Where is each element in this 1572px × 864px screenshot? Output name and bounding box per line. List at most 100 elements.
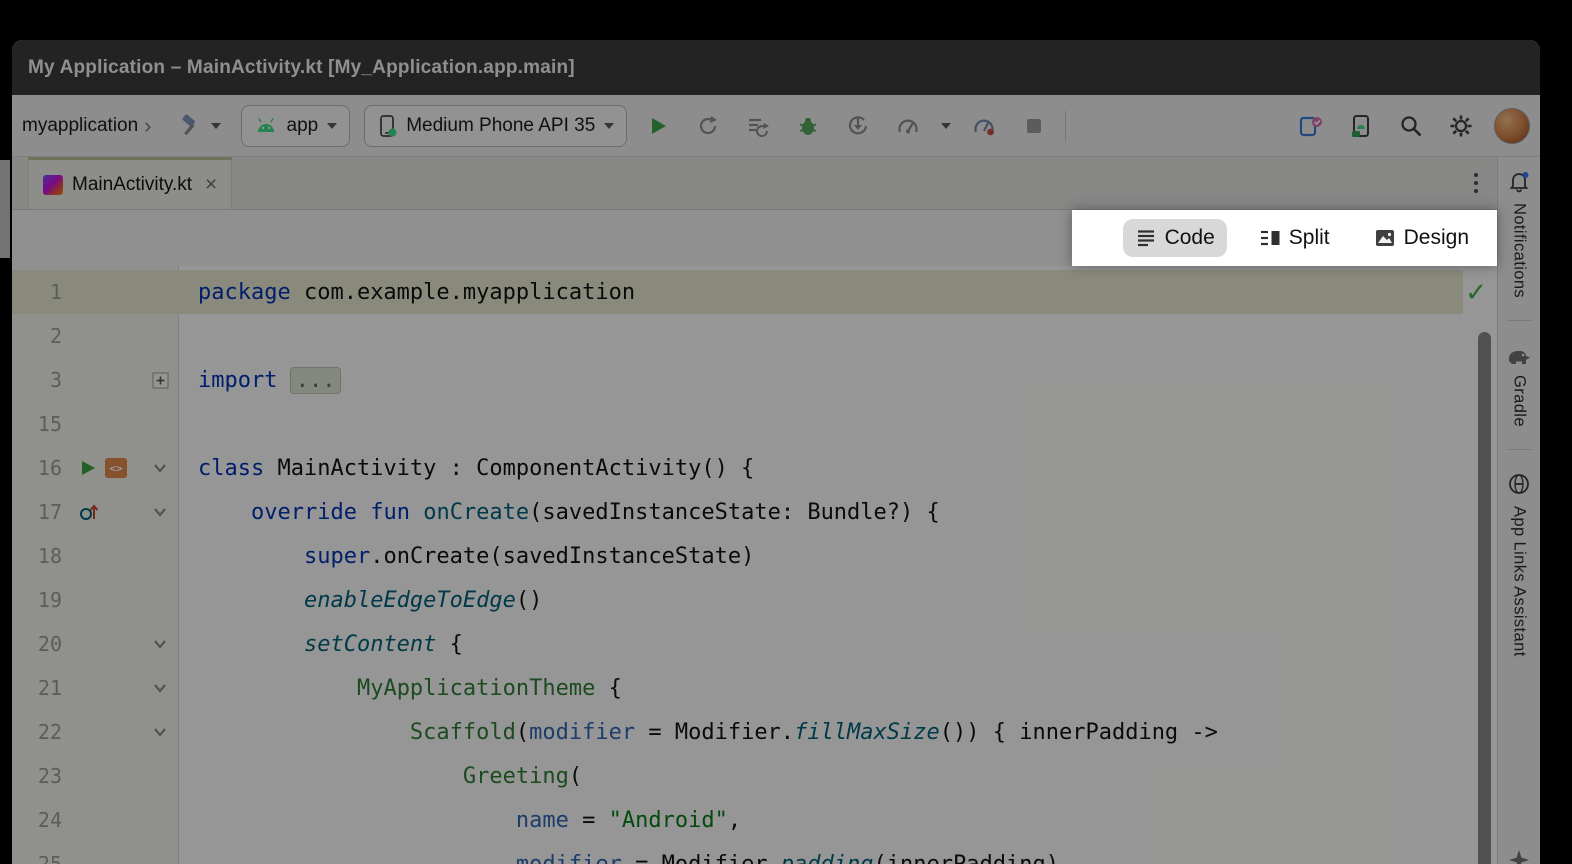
- code-line[interactable]: 25 modifier = Modifier.padding(innerPadd…: [12, 842, 1463, 864]
- view-mode-code-button[interactable]: Code: [1123, 219, 1227, 257]
- chevron-down-icon: [604, 123, 614, 129]
- device-manager-icon[interactable]: [1344, 109, 1378, 143]
- gutter-icons: <>: [70, 458, 152, 478]
- code-line[interactable]: 2: [12, 314, 1463, 358]
- profiler-icon[interactable]: [891, 109, 925, 143]
- view-mode-split-button[interactable]: Split: [1247, 219, 1342, 257]
- split-view-label: Split: [1289, 226, 1330, 250]
- close-icon[interactable]: ×: [205, 174, 217, 195]
- toolbar-right-group: [1294, 108, 1530, 144]
- code-lines: 1package com.example.myapplication2 3 impo…: [12, 270, 1497, 864]
- code-line[interactable]: 20 setContent {: [12, 622, 1463, 666]
- run-class-icon[interactable]: [78, 458, 98, 478]
- code-line[interactable]: 17 override fun onCreate(savedInstanceSt…: [12, 490, 1463, 534]
- code-line[interactable]: 19 enableEdgeToEdge(): [12, 578, 1463, 622]
- fold-collapse-icon[interactable]: [152, 637, 168, 651]
- background-window-edge: [0, 160, 10, 258]
- code-line[interactable]: 22 Scaffold(modifier = Modifier.fillMaxS…: [12, 710, 1463, 754]
- stripe-separator: [1507, 320, 1532, 321]
- code-line[interactable]: 24 name = "Android",: [12, 798, 1463, 842]
- stop-icon[interactable]: [1017, 109, 1051, 143]
- code-text: class MainActivity : ComponentActivity()…: [180, 456, 754, 481]
- build-button[interactable]: [166, 103, 227, 149]
- code-line[interactable]: 21 MyApplicationTheme {: [12, 666, 1463, 710]
- editor-mode-toolbar: Code Split Design: [12, 210, 1540, 267]
- code-token: {: [436, 632, 463, 657]
- code-text: package com.example.myapplication: [180, 280, 635, 305]
- sparkle-icon: [1507, 848, 1531, 864]
- window-title: My Application – MainActivity.kt [My_App…: [28, 57, 575, 79]
- code-token: [198, 588, 304, 613]
- bell-icon: [1507, 169, 1531, 193]
- device-phone-icon: [377, 114, 397, 138]
- line-number: 19: [12, 588, 70, 612]
- code-line[interactable]: 15: [12, 402, 1463, 446]
- android-head-icon: [254, 116, 278, 136]
- code-token: enableEdgeToEdge: [304, 588, 516, 613]
- editor-tab-bar: MainActivity.kt ×: [12, 157, 1540, 210]
- view-mode-design-button[interactable]: Design: [1362, 219, 1481, 257]
- code-token: (savedInstanceState: Bundle?) {: [529, 500, 940, 525]
- code-token: MyApplicationTheme: [357, 676, 595, 701]
- chevron-down-icon[interactable]: [941, 123, 951, 129]
- code-token: MainActivity : ComponentActivity() {: [264, 456, 754, 481]
- line-number: 3: [12, 368, 70, 392]
- avatar[interactable]: [1494, 108, 1530, 144]
- code-text: import ...: [180, 368, 340, 393]
- kotlin-class-icon[interactable]: <>: [105, 458, 127, 478]
- editor-scrollbar-thumb[interactable]: [1478, 332, 1491, 864]
- run-config-label: app: [287, 115, 319, 137]
- tab-mainactivity[interactable]: MainActivity.kt ×: [28, 157, 232, 209]
- android-studio-window: My Application – MainActivity.kt [My_App…: [12, 40, 1540, 864]
- code-line[interactable]: 18 super.onCreate(savedInstanceState): [12, 534, 1463, 578]
- tool-stripe-notifications[interactable]: Notifications: [1507, 169, 1531, 298]
- fold-collapse-icon[interactable]: [152, 725, 168, 739]
- code-token: [198, 808, 516, 833]
- inspection-status-icon[interactable]: ✓: [1465, 278, 1487, 308]
- apply-changes-icon[interactable]: [691, 109, 725, 143]
- overriding-method-icon[interactable]: [78, 501, 100, 523]
- code-line[interactable]: 1package com.example.myapplication: [12, 270, 1463, 314]
- running-devices-icon[interactable]: [1294, 109, 1328, 143]
- stripe-separator: [1507, 449, 1532, 450]
- run-button[interactable]: [641, 109, 675, 143]
- tool-stripe-gradle[interactable]: Gradle: [1506, 343, 1532, 427]
- code-token: [277, 368, 290, 393]
- debug-icon[interactable]: [791, 109, 825, 143]
- search-icon[interactable]: [1394, 109, 1428, 143]
- profile-low-overhead-icon[interactable]: [967, 109, 1001, 143]
- code-token: ()) { innerPadding ->: [940, 720, 1218, 745]
- code-line[interactable]: 23 Greeting(: [12, 754, 1463, 798]
- fold-column: [152, 681, 180, 695]
- code-line[interactable]: 3 import ...: [12, 358, 1463, 402]
- kebab-icon: [1472, 170, 1480, 196]
- code-editor[interactable]: 1package com.example.myapplication2 3 impo…: [12, 266, 1497, 864]
- code-token: (innerPadding): [874, 852, 1059, 864]
- code-line[interactable]: 16<>class MainActivity : ComponentActivi…: [12, 446, 1463, 490]
- apply-code-changes-icon[interactable]: [741, 109, 775, 143]
- tool-stripe-label: Notifications: [1510, 203, 1529, 298]
- fold-collapse-icon[interactable]: [152, 461, 168, 475]
- code-text: Scaffold(modifier = Modifier.fillMaxSize…: [180, 720, 1218, 745]
- code-token: [198, 500, 251, 525]
- code-text: Greeting(: [180, 764, 582, 789]
- code-token: com.example.myapplication: [291, 280, 635, 305]
- run-config-selector[interactable]: app: [241, 105, 351, 147]
- line-number: 22: [12, 720, 70, 744]
- tool-stripe-assistant[interactable]: [1507, 848, 1531, 864]
- fold-collapse-icon[interactable]: [152, 681, 168, 695]
- editor-options-menu[interactable]: [1472, 157, 1480, 209]
- chevron-down-icon: [327, 123, 337, 129]
- code-token: [357, 500, 370, 525]
- code-token: "Android": [609, 808, 728, 833]
- settings-gear-icon[interactable]: [1444, 109, 1478, 143]
- breadcrumb[interactable]: myapplication ›: [22, 115, 152, 137]
- fold-expand-icon[interactable]: [152, 372, 169, 389]
- fold-collapse-icon[interactable]: [152, 505, 168, 519]
- tool-stripe-label: Gradle: [1510, 375, 1529, 427]
- code-token: =: [569, 808, 609, 833]
- split-view-icon: [1259, 227, 1281, 249]
- device-selector[interactable]: Medium Phone API 35: [364, 105, 627, 147]
- attach-debugger-icon[interactable]: [841, 109, 875, 143]
- tool-stripe-app-links[interactable]: App Links Assistant: [1507, 472, 1531, 657]
